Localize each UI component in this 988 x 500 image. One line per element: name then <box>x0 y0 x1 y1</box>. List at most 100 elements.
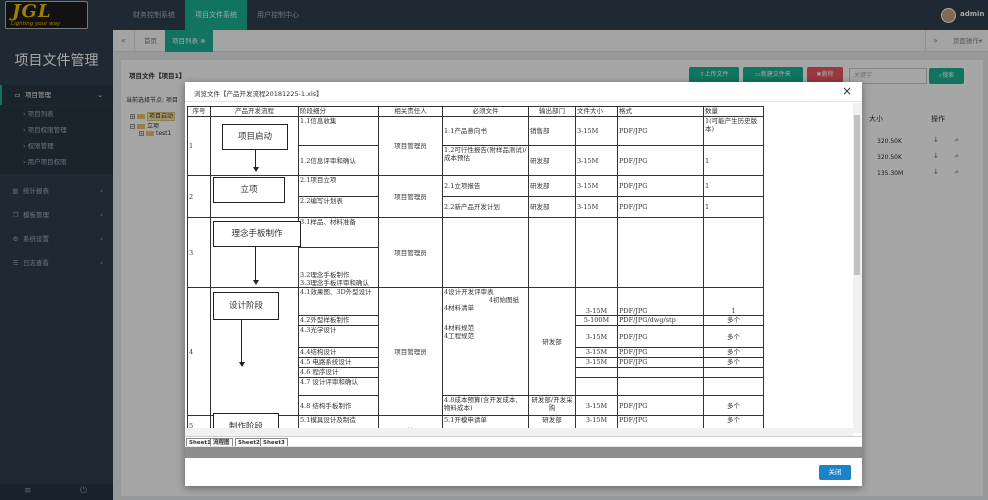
cell: 研发部 <box>528 175 576 197</box>
cell <box>442 217 529 288</box>
cell: 1 <box>703 196 764 218</box>
cell: 3-15M <box>575 395 618 416</box>
cell: 4.7 设计评审和确认 <box>298 377 379 396</box>
cell <box>617 217 704 288</box>
cell: 5-100M <box>575 315 618 326</box>
header-cell: 阶段细分 <box>298 106 379 117</box>
cell: 1.2可行性报告(附样品测试)/成本预估 <box>442 145 529 176</box>
modal-title: 浏览文件【产品开发流程20181225-1.xls】 <box>194 90 323 98</box>
header-cell: 相关责任人 <box>378 106 443 117</box>
cell: 项目管理员 <box>378 116 443 176</box>
cell <box>703 377 764 396</box>
cell <box>703 367 764 378</box>
cell: 1 <box>703 175 764 197</box>
cell: 3.1样品、材料准备 <box>298 217 379 248</box>
flow-step-concept-prototype: 理念手板制作 <box>213 221 301 247</box>
modal-footer: 关闭 <box>185 446 862 486</box>
cell: 1.2信息评审和确认 <box>298 145 379 176</box>
cell: PDF/JPG <box>617 395 704 416</box>
header-cell: 文件大小 <box>575 106 618 117</box>
header-cell: 必须文件 <box>442 106 529 117</box>
cell: 销售部 <box>528 116 576 146</box>
cell: 3-15M <box>575 325 618 348</box>
cell-line: 4工程规范 <box>444 332 475 340</box>
cell: 3-15M <box>575 287 618 316</box>
cell: 研发部/开发采购 <box>528 395 576 416</box>
spreadsheet-table: 序号 产品开发流程 阶段细分 相关责任人 必须文件 输出部门 文件大小 格式 数… <box>187 106 764 433</box>
cell: 4.8成本预算(含开发成本、物料成本) <box>442 395 529 416</box>
cell: 项目管理员 <box>378 287 443 416</box>
cell: PDF/JPG <box>617 145 704 176</box>
header-cell: 序号 <box>187 106 211 117</box>
cell: 4.1效果图、3D外型设计 <box>298 287 379 316</box>
arrow-down-icon <box>238 362 245 367</box>
cell-line: 4材料规范 <box>444 324 475 332</box>
flow-connector <box>255 150 257 168</box>
scrollbar-thumb[interactable] <box>854 115 860 275</box>
cell: 1.1产品意向书 <box>442 116 529 146</box>
cell: 4设计开发评审表 4初始图纸 4材料清单 4材料规范 4工程规范 <box>442 287 529 396</box>
cell <box>575 367 618 378</box>
spreadsheet-viewer[interactable]: 序号 产品开发流程 阶段细分 相关责任人 必须文件 输出部门 文件大小 格式 数… <box>185 103 862 433</box>
cell <box>528 217 576 288</box>
cell: 4 <box>187 287 211 416</box>
cell: 1 <box>187 116 211 176</box>
sheet-tabs: Sheet1 流程图 Sheet2 Sheet3 <box>185 436 862 447</box>
close-icon[interactable]: × <box>842 84 852 98</box>
flow-step-project-start: 项目启动 <box>222 124 288 150</box>
cell <box>617 367 704 378</box>
cell: PDF/JPG <box>617 175 704 197</box>
cell: PDF/JPG <box>617 357 704 368</box>
cell: 项目管理员 <box>378 175 443 218</box>
header-cell: 数量 <box>703 106 764 117</box>
cell: 4.2外型样板制作 <box>298 315 379 326</box>
cell: 多个 <box>703 395 764 416</box>
header-cell: 产品开发流程 <box>210 106 299 117</box>
cell <box>617 377 704 396</box>
cell: 项目管理员 <box>378 217 443 288</box>
file-preview-modal: 浏览文件【产品开发流程20181225-1.xls】 × 序号 产品开发流程 阶… <box>185 82 862 486</box>
flow-connector <box>241 320 243 364</box>
cell: PDF/JPG <box>617 347 704 358</box>
horizontal-scrollbar[interactable] <box>185 428 853 436</box>
cell: 2.1立项报告 <box>442 175 529 197</box>
arrow-down-icon <box>252 167 259 172</box>
cell <box>703 217 764 288</box>
cell-spacer <box>444 312 527 324</box>
cell: 3.2理念手板制作 3.3理念手板评审和确认 <box>298 247 379 288</box>
cell-line: 3.3理念手板评审和确认 <box>300 279 369 287</box>
cell-line: 4设计开发评审表 <box>444 288 494 297</box>
cell: 3-15M <box>575 145 618 176</box>
cell: 2.2编写计划表 <box>298 196 379 218</box>
cell-line: 4材料清单 <box>444 304 475 312</box>
modal-header: 浏览文件【产品开发流程20181225-1.xls】 × <box>185 82 862 102</box>
cell: 多个 <box>703 347 764 358</box>
cell: 2 <box>187 175 211 218</box>
cell: 4.6 程序设计 <box>298 367 379 378</box>
close-button[interactable]: 关闭 <box>819 465 851 480</box>
cell: 3-15M <box>575 357 618 368</box>
cell-line: 4初始图纸 <box>488 296 519 304</box>
cell: 2.1项目立项 <box>298 175 379 197</box>
arrow-down-icon <box>252 280 259 285</box>
flow-step-design: 设计阶段 <box>213 292 279 320</box>
cell: 1.1信息收集 <box>298 116 379 146</box>
cell: 3 <box>187 217 211 288</box>
cell: PDF/JPG <box>617 287 704 316</box>
cell: 1 <box>703 145 764 176</box>
cell: 4.3光学设计 <box>298 325 379 348</box>
flow-connector <box>255 247 257 281</box>
cell: 2.2新产品开发计划 <box>442 196 529 218</box>
cell: 研发部 <box>528 287 576 396</box>
cell: PDF/JPG <box>617 325 704 348</box>
vertical-scrollbar[interactable] <box>853 103 862 433</box>
cell: PDF/JPG <box>617 196 704 218</box>
cell: 研发部 <box>528 145 576 176</box>
cell: 多个 <box>703 325 764 348</box>
header-cell: 格式 <box>617 106 704 117</box>
cell: 3-15M <box>575 347 618 358</box>
cell: 1(可能产生历史版本) <box>703 116 764 146</box>
cell: 多个 <box>703 357 764 368</box>
cell: PDF/JPG/dwg/stp <box>617 315 704 326</box>
cell: 4.8 结构手板制作 <box>298 395 379 416</box>
